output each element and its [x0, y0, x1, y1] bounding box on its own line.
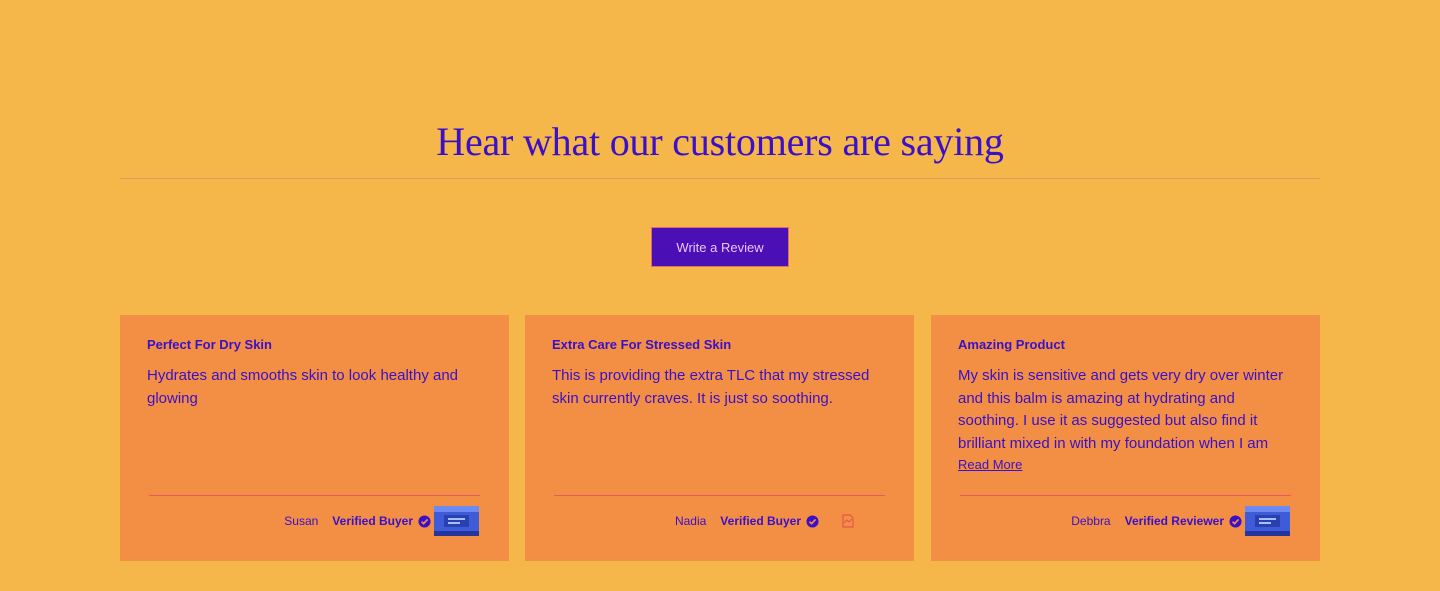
- review-body: My skin is sensitive and gets very dry o…: [958, 367, 1284, 452]
- review-author: Debbra: [1071, 514, 1111, 528]
- broken-image-icon: [842, 514, 854, 528]
- review-author: Susan: [284, 514, 319, 528]
- review-divider: [960, 495, 1291, 496]
- review-body: Hydrates and smooths skin to look health…: [147, 367, 459, 407]
- check-circle-icon: [806, 514, 819, 528]
- verified-badge: Verified Buyer: [332, 514, 413, 528]
- review-body: This is providing the extra TLC that my …: [552, 367, 870, 407]
- review-card: Extra Care For Stressed Skin This is pro…: [525, 315, 914, 561]
- check-circle-icon: [1229, 514, 1242, 528]
- verified-badge: Verified Buyer: [720, 514, 801, 528]
- read-more-link[interactable]: Read More: [958, 457, 1022, 472]
- product-thumbnail-icon[interactable]: [1245, 506, 1290, 536]
- review-divider: [149, 495, 480, 496]
- review-title: Perfect For Dry Skin: [147, 337, 272, 352]
- review-author: Nadia: [674, 514, 707, 528]
- product-thumbnail-icon[interactable]: [434, 506, 479, 536]
- verified-badge: Verified Reviewer: [1124, 514, 1224, 528]
- write-review-button[interactable]: Write a Review: [651, 227, 789, 267]
- check-circle-icon: [418, 514, 431, 528]
- review-card: Amazing Product My skin is sensitive and…: [931, 315, 1320, 561]
- review-divider: [554, 495, 885, 496]
- heading-divider: [120, 178, 1320, 179]
- review-title: Amazing Product: [958, 337, 1065, 352]
- review-footer: Debbra Verified Reviewer: [1071, 505, 1290, 537]
- section-heading: Hear what our customers are saying: [436, 119, 1004, 164]
- review-title: Extra Care For Stressed Skin: [552, 337, 732, 352]
- review-cards: Perfect For Dry Skin Hydrates and smooth…: [120, 315, 1320, 561]
- review-footer: Susan Verified Buyer: [284, 505, 479, 537]
- reviews-section: Hear what our customers are saying Write…: [0, 0, 1440, 591]
- review-card: Perfect For Dry Skin Hydrates and smooth…: [120, 315, 509, 561]
- review-footer: Nadia Verified Buyer: [675, 505, 874, 537]
